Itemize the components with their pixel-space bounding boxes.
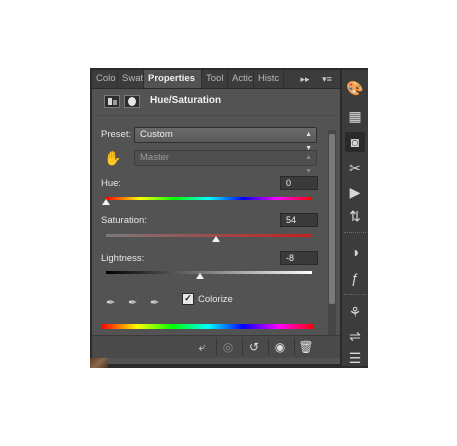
input-spectrum-bar (102, 324, 314, 329)
properties-panel: Colo Swat Properties Tool Actic Histc ▸▸… (92, 70, 340, 364)
view-previous-icon[interactable]: ◎ (220, 339, 236, 355)
footer-divider (216, 338, 217, 356)
eyedropper-subtract-icon[interactable]: ✒ (150, 296, 159, 309)
scrollbar-thumb[interactable] (329, 134, 335, 304)
tab-tool-presets[interactable]: Tool (202, 70, 228, 88)
layer-mask-icon[interactable] (124, 95, 140, 108)
tab-properties[interactable]: Properties (144, 70, 202, 88)
lightness-value-field[interactable]: -8 (280, 251, 318, 265)
preset-dropdown[interactable]: Custom ▲ ▼ (134, 127, 317, 152)
lightness-label: Lightness: (101, 253, 145, 264)
hue-slider-track[interactable] (106, 197, 312, 200)
preset-value: Custom (140, 129, 173, 140)
notes-icon[interactable]: ☰ (345, 348, 365, 368)
fx-icon[interactable]: ƒ (345, 268, 365, 288)
canvas-image-fragment (90, 358, 108, 368)
panel-tab-bar: Colo Swat Properties Tool Actic Histc ▸▸… (92, 70, 340, 89)
channel-dropdown[interactable]: Master ▲ ▼ (134, 150, 317, 175)
grid-icon[interactable]: ▦ (345, 106, 365, 126)
reset-icon[interactable]: ↺ (246, 339, 262, 355)
strip-divider (344, 294, 366, 297)
palette-icon[interactable]: 🎨 (345, 78, 365, 98)
tab-history[interactable]: Histc (254, 70, 284, 88)
clip-to-layer-icon[interactable]: ⤶ (194, 339, 210, 355)
adjustment-header: Hue/Saturation (92, 89, 340, 116)
brush-icon[interactable]: ⇌ (345, 326, 365, 346)
lightness-slider-track[interactable] (106, 271, 312, 274)
preset-label: Preset: (101, 129, 132, 140)
hue-slider-thumb[interactable] (102, 199, 110, 205)
layer-comps-icon[interactable]: ⇅ (345, 206, 365, 226)
panel-menu-button[interactable]: ▾≡ (318, 70, 336, 88)
play-icon[interactable]: ▶ (345, 182, 365, 202)
dropdown-arrows-icon: ▲ ▼ (305, 154, 312, 175)
scissors-icon[interactable]: ✂ (345, 158, 365, 178)
tab-color[interactable]: Colo (92, 70, 118, 88)
panel-title: Hue/Saturation (150, 95, 222, 106)
brush-preset-icon[interactable]: ◑ (345, 242, 365, 262)
panel-scrollbar[interactable] (328, 130, 336, 350)
right-icon-strip: 🎨 ▦ ◙ ✂ ▶ ⇅ ◑ ƒ ⚘ ⇌ ☰ (342, 70, 368, 366)
tab-swatches[interactable]: Swat (118, 70, 144, 88)
footer-divider (242, 338, 243, 356)
adjustments-icon[interactable]: ◙ (345, 132, 365, 152)
saturation-slider-thumb[interactable] (212, 236, 220, 242)
on-image-adjust-hand-icon[interactable]: ✋ (104, 150, 121, 167)
visibility-icon[interactable]: ◉ (272, 339, 288, 355)
clone-source-icon[interactable]: ⚘ (345, 302, 365, 322)
footer-divider (294, 338, 295, 356)
footer-divider (268, 338, 269, 356)
panel-footer: ⤶ ◎ ↺ ◉ 🗑 (92, 335, 340, 358)
hue-label: Hue: (101, 178, 122, 189)
eyedropper-add-icon[interactable]: ✒ (128, 296, 137, 309)
saturation-value-field[interactable]: 54 (280, 213, 318, 227)
strip-divider (344, 232, 366, 235)
channel-value: Master (140, 152, 170, 163)
colorize-label: Colorize (198, 294, 233, 305)
delete-icon[interactable]: 🗑 (298, 339, 314, 355)
panel-expand-button[interactable]: ▸▸ (296, 70, 314, 88)
hue-value-field[interactable]: 0 (280, 176, 318, 190)
saturation-slider-track[interactable] (106, 234, 312, 237)
colorize-checkbox[interactable]: ✓ (182, 293, 194, 305)
saturation-label: Saturation: (101, 215, 147, 226)
tab-actions[interactable]: Actic (228, 70, 254, 88)
adjustment-layer-icon[interactable] (104, 95, 120, 108)
eyedropper-icon[interactable]: ✒ (106, 296, 115, 309)
lightness-slider-thumb[interactable] (196, 273, 204, 279)
